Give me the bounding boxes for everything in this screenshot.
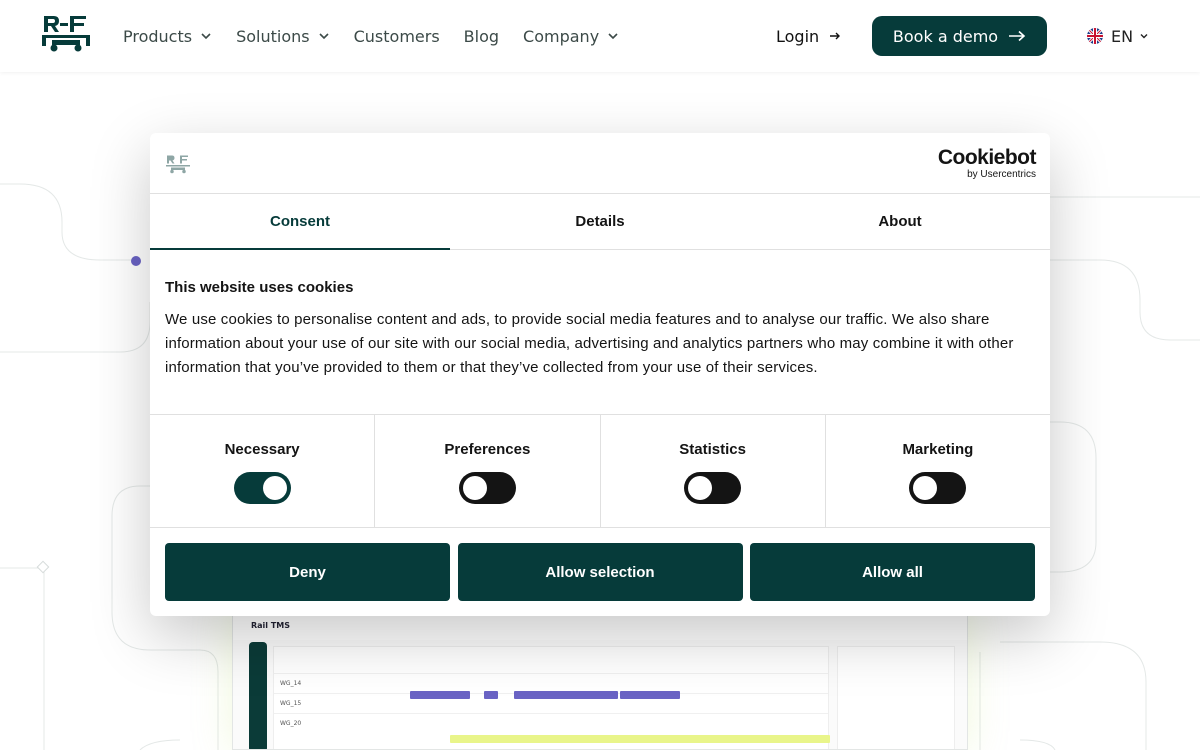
schedule-bar: [514, 691, 618, 699]
table-row: WG_20: [274, 713, 828, 733]
chevron-down-icon: [201, 33, 211, 40]
app-preview-screenshot: Rail TMS WG_14 WG_15 WG_20: [232, 605, 968, 750]
cookiebot-subtitle: by Usercentrics: [967, 169, 1036, 180]
nav-label: Company: [523, 26, 600, 46]
tab-consent[interactable]: Consent: [150, 194, 450, 250]
nav-label: Blog: [463, 26, 500, 46]
toggle-knob: [262, 476, 287, 500]
preview-detail-panel: [837, 646, 955, 749]
login-link[interactable]: Login: [776, 22, 841, 50]
brand-logo[interactable]: [40, 14, 92, 52]
deny-button[interactable]: Deny: [165, 543, 450, 601]
row-label: WG_14: [280, 680, 302, 687]
dialog-actions: Deny Allow selection Allow all: [165, 543, 1035, 601]
preview-sidebar: [249, 642, 267, 749]
allow-all-button[interactable]: Allow all: [750, 543, 1035, 601]
preferences-toggle[interactable]: [458, 472, 516, 504]
consent-categories: Necessary Preferences Statistics Marketi…: [150, 414, 1050, 528]
cookiebot-logo[interactable]: Cookiebot by Usercentrics: [932, 146, 1037, 181]
dialog-header: Cookiebot by Usercentrics: [150, 133, 1050, 194]
category-necessary: Necessary: [150, 415, 376, 527]
login-label: Login: [776, 26, 820, 46]
nav-item-customers[interactable]: Customers: [354, 27, 440, 46]
cookie-consent-dialog: Cookiebot by Usercentrics Consent Detail…: [150, 133, 1050, 616]
main-nav: Products Solutions Customers Blog Compan…: [123, 0, 643, 72]
nav-label: Products: [123, 26, 193, 46]
nav-label: Solutions: [236, 26, 310, 46]
table-row: WG_14: [274, 673, 828, 693]
schedule-bar: [620, 691, 680, 699]
cookiebot-wordmark: Cookiebot: [937, 146, 1037, 169]
tab-about[interactable]: About: [750, 194, 1050, 249]
category-label: Marketing: [902, 441, 974, 458]
schedule-bar: [450, 735, 830, 743]
nav-item-products[interactable]: Products: [123, 27, 212, 46]
category-statistics: Statistics: [601, 415, 826, 527]
nav-item-blog[interactable]: Blog: [464, 27, 499, 46]
uk-flag-icon: [1087, 28, 1103, 44]
brand-logo: [166, 155, 190, 174]
toggle-knob: [462, 476, 487, 500]
nav-item-solutions[interactable]: Solutions: [236, 27, 330, 46]
row-label: WG_15: [280, 700, 302, 707]
nav-label: Customers: [353, 26, 440, 46]
preview-schedule-grid: WG_14 WG_15 WG_20: [273, 646, 830, 749]
preview-title: Rail TMS: [251, 621, 291, 630]
arrow-right-icon: [1009, 30, 1026, 42]
allow-selection-button[interactable]: Allow selection: [457, 543, 743, 601]
chevron-down-icon: [608, 33, 618, 40]
site-header: Products Solutions Customers Blog Compan…: [0, 0, 1200, 72]
category-label: Necessary: [224, 441, 300, 458]
category-label: Statistics: [679, 441, 746, 458]
toggle-knob: [913, 476, 938, 500]
row-label: WG_20: [280, 720, 302, 727]
category-marketing: Marketing: [826, 415, 1050, 527]
necessary-toggle[interactable]: [233, 472, 291, 504]
dialog-description: We use cookies to personalise content an…: [165, 311, 1014, 376]
nav-item-company[interactable]: Company: [523, 27, 619, 46]
schedule-bar: [410, 691, 470, 699]
book-demo-button[interactable]: Book a demo: [872, 16, 1047, 56]
arrow-right-icon: [830, 32, 841, 40]
language-selector[interactable]: EN: [1087, 26, 1149, 46]
marketing-toggle[interactable]: [909, 472, 967, 504]
schedule-bar: [484, 691, 498, 699]
book-demo-label: Book a demo: [892, 26, 999, 46]
statistics-toggle[interactable]: [684, 472, 742, 504]
chevron-down-icon: [1140, 34, 1148, 39]
chevron-down-icon: [319, 33, 329, 40]
tab-details[interactable]: Details: [450, 194, 750, 249]
dialog-body: This website uses cookies We use cookies…: [165, 279, 1035, 380]
category-label: Preferences: [444, 441, 531, 458]
dialog-title: This website uses cookies: [165, 279, 354, 296]
language-label: EN: [1111, 26, 1134, 46]
toggle-knob: [688, 476, 713, 500]
dialog-tabs: Consent Details About: [150, 194, 1050, 250]
category-preferences: Preferences: [375, 415, 601, 527]
